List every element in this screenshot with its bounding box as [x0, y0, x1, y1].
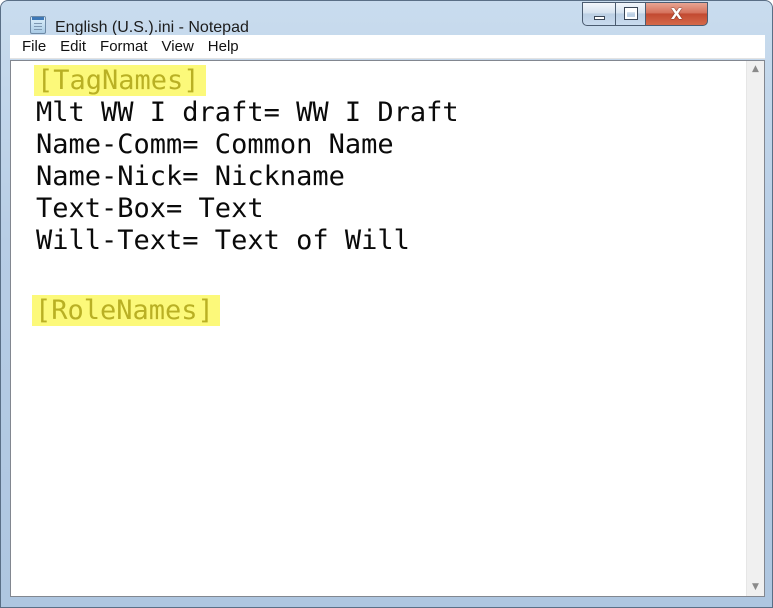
editor-line: Text-Box= Text [36, 193, 264, 224]
editor-line: Name-Comm= Common Name [36, 129, 394, 160]
menu-file[interactable]: File [16, 36, 54, 57]
section-header-tagnames: [TagNames] [34, 65, 206, 96]
editor-blank-line [36, 257, 746, 289]
editor-line: [RoleNames] [32, 295, 746, 327]
menu-help[interactable]: Help [202, 36, 247, 57]
close-icon: X [670, 5, 683, 23]
menu-view[interactable]: View [156, 36, 202, 57]
editor-line: Name-Nick= Nickname [36, 161, 345, 192]
window-bottom-border [1, 597, 772, 607]
vertical-scrollbar[interactable]: ▲ ▼ [746, 61, 764, 596]
window-controls: X [582, 2, 708, 26]
notepad-icon[interactable] [30, 16, 46, 34]
maximize-icon [624, 7, 638, 20]
minimize-button[interactable] [582, 2, 616, 26]
close-button[interactable]: X [646, 2, 708, 26]
scroll-down-arrow-icon[interactable]: ▼ [747, 579, 764, 596]
text-editor[interactable]: [TagNames] Mlt WW I draft= WW I Draft Na… [10, 60, 765, 597]
menu-format[interactable]: Format [94, 36, 156, 57]
editor-line: [TagNames] [34, 65, 746, 97]
editor-line: Mlt WW I draft= WW I Draft [36, 97, 459, 128]
maximize-button[interactable] [616, 2, 646, 26]
menu-edit[interactable]: Edit [54, 36, 94, 57]
section-header-rolenames: [RoleNames] [32, 295, 220, 326]
editor-line: Will-Text= Text of Will [36, 225, 410, 256]
notepad-window: English (U.S.).ini - Notepad X File Edit… [0, 0, 773, 608]
title-bar[interactable]: English (U.S.).ini - Notepad X [1, 1, 772, 36]
menu-bar: File Edit Format View Help [10, 35, 765, 59]
editor-text-area[interactable]: [TagNames] Mlt WW I draft= WW I Draft Na… [11, 61, 746, 596]
minimize-icon [594, 16, 605, 20]
scroll-up-arrow-icon[interactable]: ▲ [747, 61, 764, 78]
